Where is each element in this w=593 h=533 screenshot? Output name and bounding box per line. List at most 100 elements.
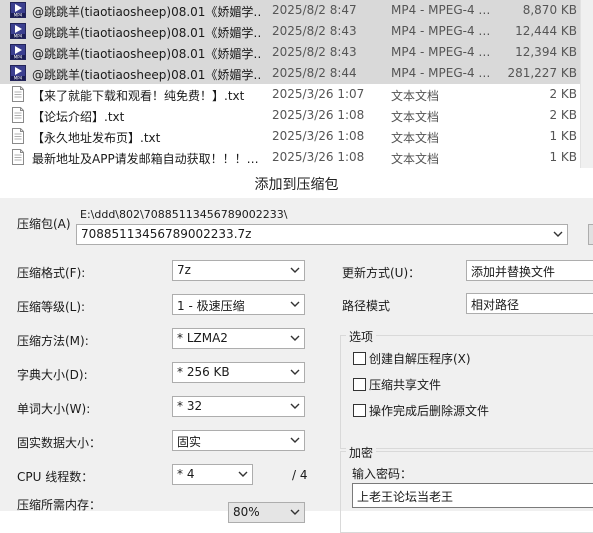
solid-block-label: 固实数据大小：	[17, 436, 102, 450]
archive-name-combo[interactable]: 70885113456789002233.7z	[76, 224, 568, 245]
format-label: 压缩格式(F):	[17, 266, 86, 280]
solid-block-value: 固实	[177, 435, 202, 449]
browse-button[interactable]	[588, 224, 593, 245]
format-select[interactable]: 7z	[172, 260, 305, 281]
chevron-down-icon	[290, 509, 300, 515]
file-row[interactable]: MP4 @跳跳羊(tiaotiaosheep)08.01《娇媚学… 2025/8/2…	[0, 63, 580, 84]
encryption-title: 加密	[346, 444, 377, 461]
svg-text:MP4: MP4	[14, 76, 23, 81]
file-name: @跳跳羊(tiaotiaosheep)08.01《娇媚学…	[32, 68, 262, 82]
options-title: 选项	[346, 328, 377, 345]
memory-label: 压缩所需内存：	[17, 498, 102, 512]
file-row[interactable]: MP4 @跳跳羊(tiaotiaosheep)08.01《娇媚学… 2025/8/2…	[0, 0, 580, 21]
dictionary-select[interactable]: * 256 KB	[172, 362, 305, 383]
file-size: 2 KB	[549, 87, 577, 101]
solid-block-select[interactable]: 固实	[172, 430, 305, 451]
file-date: 2025/8/2 8:47	[272, 3, 357, 17]
file-type: 文本文档	[391, 152, 440, 166]
mp4-video-icon: MP4	[10, 65, 26, 81]
dialog-title: 添加到压缩包	[254, 177, 339, 193]
file-type: 文本文档	[391, 110, 440, 124]
file-date: 2025/8/2 8:44	[272, 66, 357, 80]
add-to-archive-dialog: 添加到压缩包 压缩包(A) E:\ddd\802\708851134567890…	[0, 168, 593, 533]
file-name: @跳跳羊(tiaotiaosheep)08.01《娇媚学…	[32, 5, 262, 19]
dialog-body: 压缩包(A) E:\ddd\802\70885113456789002233\ …	[0, 198, 593, 533]
word-size-label: 单词大小(W):	[17, 402, 91, 416]
chevron-down-icon	[290, 335, 300, 341]
file-type: 文本文档	[391, 131, 440, 145]
path-mode-value: 相对路径	[471, 298, 520, 312]
archive-name-value: 70885113456789002233.7z	[81, 227, 252, 241]
file-size: 12,394 KB	[515, 45, 577, 59]
file-name: @跳跳羊(tiaotiaosheep)08.01《娇媚学…	[32, 47, 262, 61]
file-row[interactable]: 【来了就能下载和观看！纯免费！】.txt 2025/3/26 1:07 文本文档 2 …	[0, 84, 580, 105]
file-type: MP4 - MPEG-4 …	[391, 24, 491, 38]
file-name: 【论坛介绍】.txt	[32, 110, 125, 124]
memory-select[interactable]: 80%	[228, 502, 305, 523]
level-label: 压缩等级(L):	[17, 300, 86, 314]
chevron-down-icon	[238, 471, 248, 477]
file-list-scrollbar[interactable]	[580, 0, 593, 168]
update-mode-label: 更新方式(U)：	[342, 266, 421, 280]
svg-text:MP4: MP4	[14, 13, 23, 18]
svg-text:MP4: MP4	[14, 34, 23, 39]
password-value: 上老王论坛当老王	[357, 490, 454, 504]
sfx-checkbox[interactable]	[353, 352, 366, 365]
text-file-icon	[12, 107, 24, 123]
svg-text:MP4: MP4	[14, 55, 23, 60]
archive-path: E:\ddd\802\70885113456789002233\	[80, 208, 288, 221]
file-size: 12,444 KB	[515, 24, 577, 38]
archive-label: 压缩包(A)	[17, 217, 71, 231]
file-row[interactable]: MP4 @跳跳羊(tiaotiaosheep)08.01《娇媚学… 2025/8/2…	[0, 21, 580, 42]
file-row[interactable]: 最新地址及APP请发邮箱自动获取！！！… 2025/3/26 1:08 文本文档 1 …	[0, 147, 580, 168]
password-label: 输入密码：	[352, 467, 413, 481]
path-mode-select[interactable]: 相对路径	[466, 293, 593, 314]
method-select[interactable]: * LZMA2	[172, 328, 305, 349]
file-date: 2025/8/2 8:43	[272, 45, 357, 59]
dialog-titlebar: 添加到压缩包	[0, 168, 593, 198]
mp4-video-icon: MP4	[10, 23, 26, 39]
file-date: 2025/3/26 1:08	[272, 129, 365, 143]
cpu-threads-value: * 4	[177, 467, 195, 481]
file-row[interactable]: MP4 @跳跳羊(tiaotiaosheep)08.01《娇媚学… 2025/8/2…	[0, 42, 580, 63]
chevron-down-icon	[290, 437, 300, 443]
file-row[interactable]: 【论坛介绍】.txt 2025/3/26 1:08 文本文档 2 KB	[0, 105, 580, 126]
format-value: 7z	[177, 263, 191, 277]
file-type: MP4 - MPEG-4 …	[391, 3, 491, 17]
shared-files-checkbox[interactable]	[353, 378, 366, 391]
file-name: 【来了就能下载和观看！纯免费！】.txt	[32, 89, 245, 103]
file-date: 2025/3/26 1:07	[272, 87, 365, 101]
dictionary-label: 字典大小(D):	[17, 368, 88, 382]
file-size: 281,227 KB	[507, 66, 577, 80]
cpu-threads-select[interactable]: * 4	[172, 464, 253, 485]
path-mode-label: 路径模式	[342, 299, 391, 313]
update-mode-select[interactable]: 添加并替换文件	[466, 260, 593, 281]
file-size: 1 KB	[549, 150, 577, 164]
memory-value: 80%	[233, 505, 260, 519]
cpu-threads-label: CPU 线程数：	[17, 470, 94, 484]
file-size: 8,870 KB	[522, 3, 577, 17]
file-row[interactable]: 【永久地址发布页】.txt 2025/3/26 1:08 文本文档 1 KB	[0, 126, 580, 147]
password-input[interactable]: 上老王论坛当老王	[352, 483, 593, 508]
delete-after-checkbox[interactable]	[353, 404, 366, 417]
mp4-video-icon: MP4	[10, 2, 26, 18]
file-date: 2025/3/26 1:08	[272, 108, 365, 122]
file-name: 最新地址及APP请发邮箱自动获取！！！…	[32, 152, 259, 166]
level-select[interactable]: 1 - 极速压缩	[172, 294, 305, 315]
file-name: 【永久地址发布页】.txt	[32, 131, 161, 145]
text-file-icon	[12, 128, 24, 144]
file-size: 1 KB	[549, 129, 577, 143]
chevron-down-icon	[290, 301, 300, 307]
sfx-label: 创建自解压程序(X)	[369, 352, 471, 366]
update-mode-value: 添加并替换文件	[471, 265, 556, 279]
text-file-icon	[12, 86, 24, 102]
dictionary-value: * 256 KB	[177, 365, 230, 379]
word-size-value: * 32	[177, 399, 203, 413]
file-date: 2025/3/26 1:08	[272, 150, 365, 164]
chevron-down-icon	[290, 267, 300, 273]
method-value: * LZMA2	[177, 331, 228, 345]
delete-after-label: 操作完成后删除源文件	[369, 404, 490, 418]
word-size-select[interactable]: * 32	[172, 396, 305, 417]
file-date: 2025/8/2 8:43	[272, 24, 357, 38]
file-type: 文本文档	[391, 89, 440, 103]
